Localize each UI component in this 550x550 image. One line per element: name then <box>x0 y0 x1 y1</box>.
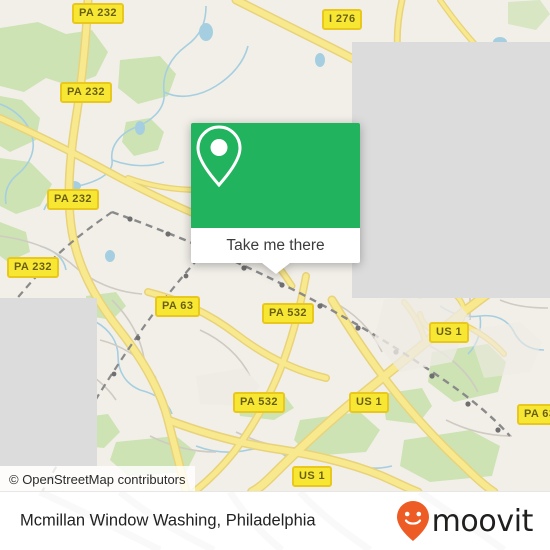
map-pin-icon <box>196 125 242 188</box>
road-shield-pa63-east: PA 63 <box>517 404 550 425</box>
road-shield-us1-mid: US 1 <box>349 392 390 413</box>
road-shield-pa532-north: PA 532 <box>262 303 314 324</box>
take-me-there-label: Take me there <box>226 236 325 254</box>
missing-tile-west <box>0 298 97 466</box>
map-canvas[interactable]: PA 232 I 276 PA 232 PA 232 PA 232 PA 63 … <box>0 0 550 492</box>
attribution-text: © OpenStreetMap contributors <box>9 471 186 487</box>
road-shield-us1-east: US 1 <box>429 322 470 343</box>
road-shield-pa232-mid: PA 232 <box>47 189 99 210</box>
screenshot-root: PA 232 I 276 PA 232 PA 232 PA 232 PA 63 … <box>0 0 550 550</box>
popup-tail <box>261 263 290 274</box>
moovit-logo[interactable]: moovit <box>396 500 533 542</box>
missing-tile-northeast <box>352 42 550 298</box>
road-shield-pa232-upper: PA 232 <box>60 82 112 103</box>
road-shield-pa232-north: PA 232 <box>72 3 124 24</box>
road-shield-pa63-west: PA 63 <box>155 296 201 317</box>
place-title: Mcmillan Window Washing, Philadelphia <box>20 511 316 530</box>
moovit-pin-smiley-icon <box>396 501 429 541</box>
take-me-there-button[interactable]: Take me there <box>191 228 360 263</box>
road-shield-i276: I 276 <box>322 9 363 30</box>
road-shield-us1-south: US 1 <box>292 466 333 487</box>
location-popup[interactable]: Take me there <box>191 123 360 274</box>
map-attribution[interactable]: © OpenStreetMap contributors <box>0 466 195 492</box>
moovit-wordmark: moovit <box>431 503 534 539</box>
road-shield-pa532-south: PA 532 <box>233 392 285 413</box>
footer-bar: Mcmillan Window Washing, Philadelphia mo… <box>0 492 550 550</box>
popup-header <box>191 123 360 228</box>
road-shield-pa232-lower: PA 232 <box>7 257 59 278</box>
